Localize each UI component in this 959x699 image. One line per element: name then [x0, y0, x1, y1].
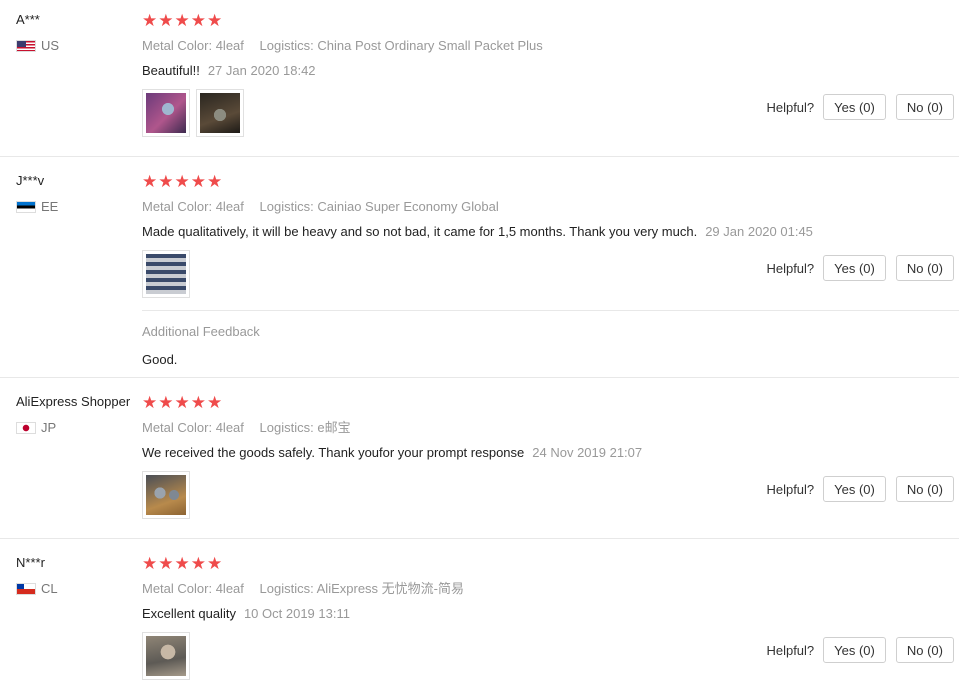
logistics-value: China Post Ordinary Small Packet Plus [317, 38, 543, 53]
ee-flag-icon [16, 200, 36, 213]
helpful-no-button[interactable]: No (0) [895, 94, 954, 120]
country-code: CL [41, 581, 58, 596]
helpful-no-button[interactable]: No (0) [895, 637, 954, 663]
metal-color-key: Metal Color: [142, 38, 213, 53]
logistics-key: Logistics: [259, 38, 314, 53]
reviewer-name: J***v [16, 173, 45, 188]
review-meta: Metal Color: 4leaf Logistics: AliExpress… [142, 581, 959, 597]
review-text-line: Beautiful!! 27 Jan 2020 18:42 [142, 63, 959, 79]
logistics-key: Logistics: [259, 199, 314, 214]
additional-feedback: Additional Feedback Good. [142, 310, 959, 367]
helpful-yes-button[interactable]: Yes (0) [823, 637, 886, 663]
reviewer-info: N***r CL [16, 555, 58, 596]
additional-feedback-text: Good. [142, 352, 178, 367]
helpful-no-button[interactable]: No (0) [895, 476, 954, 502]
us-flag-icon [16, 39, 36, 52]
product-photo-striped [146, 254, 186, 294]
review-meta: Metal Color: 4leaf Logistics: Cainiao Su… [142, 199, 959, 215]
helpful-yes-button[interactable]: Yes (0) [823, 94, 886, 120]
reviewer-country: JP [16, 420, 130, 435]
product-photo-necklace-dark [200, 93, 240, 133]
logistics-value: AliExpress 无忧物流-简易 [316, 581, 464, 596]
review-item: A*** US ★★★★★ Metal Color: 4leaf Logisti… [0, 0, 959, 157]
review-photo-thumbnail[interactable] [196, 89, 244, 137]
reviewer-name: A*** [16, 12, 40, 27]
review-date: 27 Jan 2020 18:42 [207, 63, 316, 78]
metal-color-value: 4leaf [215, 199, 244, 214]
review-text: We received the goods safely. Thank youf… [142, 445, 525, 460]
product-photo-pendants [146, 475, 186, 515]
review-photo-thumbnail[interactable] [142, 632, 190, 680]
reviewer-country: US [16, 38, 59, 53]
review-photo-thumbnail[interactable] [142, 471, 190, 519]
metal-color-value: 4leaf [215, 38, 244, 53]
star-rating: ★★★★★ [142, 172, 224, 191]
review-date: 10 Oct 2019 13:11 [243, 606, 350, 621]
reviewer-info: J***v EE [16, 173, 58, 214]
review-text: Excellent quality [142, 606, 236, 621]
review-meta: Metal Color: 4leaf Logistics: e邮宝 [142, 420, 959, 436]
review-date: 24 Nov 2019 21:07 [532, 445, 643, 460]
reviewer-info: A*** US [16, 12, 59, 53]
country-code: EE [41, 199, 59, 214]
helpful-vote: Helpful? Yes (0) No (0) [766, 255, 954, 281]
metal-color-key: Metal Color: [142, 420, 213, 435]
review-meta: Metal Color: 4leaf Logistics: China Post… [142, 38, 959, 54]
review-list: A*** US ★★★★★ Metal Color: 4leaf Logisti… [0, 0, 959, 699]
review-text-line: We received the goods safely. Thank youf… [142, 445, 959, 461]
reviewer-name: AliExpress Shopper [16, 394, 131, 409]
logistics-key: Logistics: [259, 581, 314, 596]
reviewer-name: N***r [16, 555, 45, 570]
logistics-key: Logistics: [259, 420, 314, 435]
review-item: J***v EE ★★★★★ Metal Color: 4leaf Logist… [0, 157, 959, 378]
review-item: N***r CL ★★★★★ Metal Color: 4leaf Logist… [0, 539, 959, 699]
cl-flag-icon [16, 582, 36, 595]
review-text-line: Excellent quality 10 Oct 2019 13:11 [142, 606, 959, 622]
review-text: Beautiful!! [142, 63, 200, 78]
helpful-vote: Helpful? Yes (0) No (0) [766, 637, 954, 663]
additional-feedback-title: Additional Feedback [142, 324, 260, 339]
review-date: 29 Jan 2020 01:45 [705, 224, 813, 239]
country-code: JP [41, 420, 57, 435]
helpful-label: Helpful? [766, 481, 815, 497]
logistics-value: Cainiao Super Economy Global [317, 199, 499, 214]
star-rating: ★★★★★ [142, 554, 224, 573]
review-text-line: Made qualitatively, it will be heavy and… [142, 224, 959, 240]
metal-color-value: 4leaf [215, 581, 244, 596]
country-code: US [41, 38, 60, 53]
logistics-value: e邮宝 [317, 420, 351, 435]
helpful-label: Helpful? [766, 260, 815, 276]
review-item: AliExpress Shopper JP ★★★★★ Metal Color:… [0, 378, 959, 539]
helpful-vote: Helpful? Yes (0) No (0) [766, 476, 954, 502]
helpful-yes-button[interactable]: Yes (0) [823, 255, 886, 281]
jp-flag-icon [16, 421, 36, 434]
product-photo-hand [146, 636, 186, 676]
review-text: Made qualitatively, it will be heavy and… [142, 224, 698, 239]
product-photo-necklace-purple [146, 93, 186, 133]
star-rating: ★★★★★ [142, 393, 224, 412]
reviewer-country: EE [16, 199, 58, 214]
review-photo-thumbnail[interactable] [142, 89, 190, 137]
metal-color-value: 4leaf [215, 420, 244, 435]
review-photo-thumbnail[interactable] [142, 250, 190, 298]
helpful-vote: Helpful? Yes (0) No (0) [766, 94, 954, 120]
helpful-no-button[interactable]: No (0) [895, 255, 954, 281]
helpful-yes-button[interactable]: Yes (0) [823, 476, 886, 502]
reviewer-country: CL [16, 581, 58, 596]
metal-color-key: Metal Color: [142, 581, 213, 596]
helpful-label: Helpful? [766, 99, 815, 115]
helpful-label: Helpful? [766, 642, 815, 658]
reviewer-info: AliExpress Shopper JP [16, 394, 130, 435]
star-rating: ★★★★★ [142, 11, 224, 30]
metal-color-key: Metal Color: [142, 199, 213, 214]
